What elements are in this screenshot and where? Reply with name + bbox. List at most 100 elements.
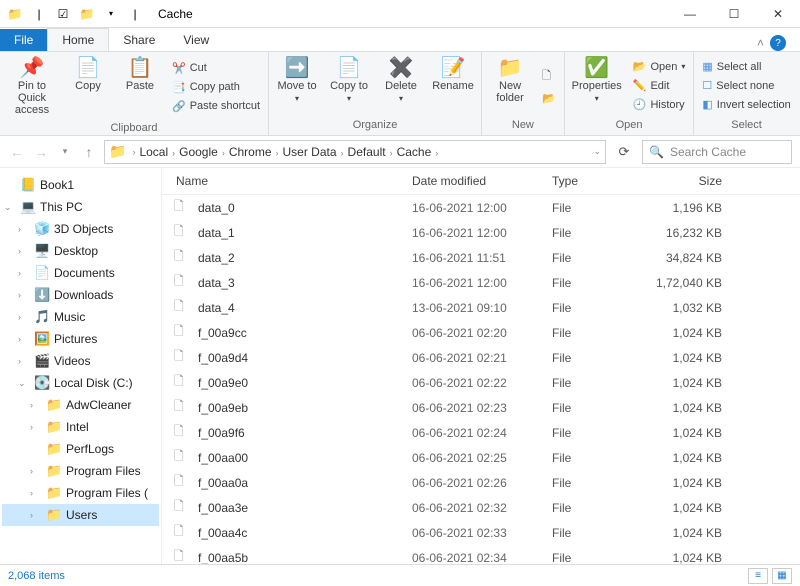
open-button[interactable]: 📂Open ▾ xyxy=(629,58,690,75)
col-name[interactable]: Name xyxy=(162,174,412,188)
breadcrumb-segment[interactable]: Chrome xyxy=(227,145,274,159)
tree-item[interactable]: ›📁Users xyxy=(2,504,159,526)
navigation-tree[interactable]: 📒Book1⌄💻This PC›🧊3D Objects›🖥️Desktop›📄D… xyxy=(0,168,162,564)
select-all-button[interactable]: ▦Select all xyxy=(698,58,794,75)
edit-button[interactable]: ✏️Edit xyxy=(629,77,690,94)
file-row[interactable]: 🗋f_00a9eb06-06-2021 02:23File1,024 KB xyxy=(162,395,800,420)
file-row[interactable]: 🗋f_00aa0006-06-2021 02:25File1,024 KB xyxy=(162,445,800,470)
col-date[interactable]: Date modified xyxy=(412,174,552,188)
close-button[interactable]: ✕ xyxy=(756,0,800,28)
new-folder-button[interactable]: 📁 New folder xyxy=(486,54,534,117)
tree-item[interactable]: ⌄💽Local Disk (C:) xyxy=(2,372,159,394)
breadcrumb[interactable]: 📁 › Local›Google›Chrome›User Data›Defaul… xyxy=(104,140,606,164)
tree-item[interactable]: ›📁Intel xyxy=(2,416,159,438)
tree-item[interactable]: ›🎬Videos xyxy=(2,350,159,372)
copy-to-button[interactable]: 📄 Copy to▾ xyxy=(325,54,373,117)
tree-item[interactable]: 📁PerfLogs xyxy=(2,438,159,460)
file-row[interactable]: 🗋f_00aa5b06-06-2021 02:34File1,024 KB xyxy=(162,545,800,564)
paste-shortcut-button[interactable]: 🔗Paste shortcut xyxy=(168,98,264,115)
tab-view[interactable]: View xyxy=(169,29,223,51)
help-icon[interactable]: ? xyxy=(770,35,786,51)
folder-icon[interactable]: 📁 xyxy=(76,3,98,25)
ribbon-collapse-icon[interactable]: ˄ xyxy=(757,36,764,50)
tree-item[interactable]: ›📁Program Files ( xyxy=(2,482,159,504)
breadcrumb-segment[interactable]: User Data xyxy=(281,145,339,159)
forward-button[interactable]: → xyxy=(32,144,50,160)
new-item-button[interactable]: 🗋 xyxy=(538,65,560,88)
properties-button[interactable]: ✅ Properties▾ xyxy=(569,54,625,117)
history-button[interactable]: 🕘History xyxy=(629,96,690,113)
tree-expand-icon[interactable]: › xyxy=(18,224,30,234)
file-row[interactable]: 🗋f_00a9f606-06-2021 02:24File1,024 KB xyxy=(162,420,800,445)
tree-item[interactable]: 📒Book1 xyxy=(2,174,159,196)
col-type[interactable]: Type xyxy=(552,174,652,188)
refresh-button[interactable]: ⟳ xyxy=(612,144,636,160)
chevron-right-icon[interactable]: › xyxy=(130,147,137,157)
tree-expand-icon[interactable]: › xyxy=(30,422,42,432)
properties-icon[interactable]: ☑ xyxy=(52,3,74,25)
breadcrumb-segment[interactable]: Google xyxy=(177,145,220,159)
recent-locations-button[interactable]: ▾ xyxy=(56,146,74,157)
tree-item[interactable]: ›🖥️Desktop xyxy=(2,240,159,262)
file-row[interactable]: 🗋f_00a9d406-06-2021 02:21File1,024 KB xyxy=(162,345,800,370)
paste-button[interactable]: 📋 Paste xyxy=(116,54,164,120)
chevron-right-icon[interactable]: › xyxy=(388,148,395,158)
tree-item[interactable]: ›🖼️Pictures xyxy=(2,328,159,350)
minimize-button[interactable]: — xyxy=(668,0,712,28)
file-row[interactable]: 🗋f_00aa4c06-06-2021 02:33File1,024 KB xyxy=(162,520,800,545)
back-button[interactable]: ← xyxy=(8,144,26,160)
tree-expand-icon[interactable]: › xyxy=(30,400,42,410)
tree-expand-icon[interactable]: › xyxy=(18,290,30,300)
tree-item[interactable]: ›🎵Music xyxy=(2,306,159,328)
tree-expand-icon[interactable]: › xyxy=(18,312,30,322)
breadcrumb-segment[interactable]: Local xyxy=(137,145,170,159)
tab-share[interactable]: Share xyxy=(109,29,169,51)
tree-expand-icon[interactable]: › xyxy=(18,268,30,278)
chevron-right-icon[interactable]: › xyxy=(274,148,281,158)
delete-button[interactable]: ✖️ Delete▾ xyxy=(377,54,425,117)
file-row[interactable]: 🗋f_00aa0a06-06-2021 02:26File1,024 KB xyxy=(162,470,800,495)
pin-to-quick-access-button[interactable]: 📌 Pin to Quick access xyxy=(4,54,60,120)
file-row[interactable]: 🗋data_116-06-2021 12:00File16,232 KB xyxy=(162,220,800,245)
breadcrumb-segment[interactable]: Cache xyxy=(395,145,434,159)
tree-item[interactable]: ›🧊3D Objects xyxy=(2,218,159,240)
icons-view-button[interactable]: ▦ xyxy=(772,568,792,584)
tree-expand-icon[interactable]: › xyxy=(18,246,30,256)
file-row[interactable]: 🗋data_016-06-2021 12:00File1,196 KB xyxy=(162,195,800,220)
tab-file[interactable]: File xyxy=(0,29,47,51)
copy-path-button[interactable]: 📑Copy path xyxy=(168,79,264,96)
tree-expand-icon[interactable]: › xyxy=(30,488,42,498)
tree-item[interactable]: ›⬇️Downloads xyxy=(2,284,159,306)
tree-expand-icon[interactable]: ⌄ xyxy=(18,378,30,389)
tree-item[interactable]: ›📄Documents xyxy=(2,262,159,284)
file-row[interactable]: 🗋f_00aa3e06-06-2021 02:32File1,024 KB xyxy=(162,495,800,520)
chevron-right-icon[interactable]: › xyxy=(339,148,346,158)
qat-dropdown-icon[interactable]: ▾ xyxy=(100,3,122,25)
breadcrumb-segment[interactable]: Default xyxy=(346,145,388,159)
rename-button[interactable]: 📝 Rename xyxy=(429,54,477,117)
details-view-button[interactable]: ≡ xyxy=(748,568,768,584)
chevron-right-icon[interactable]: › xyxy=(433,148,440,158)
tree-expand-icon[interactable]: › xyxy=(18,356,30,366)
invert-selection-button[interactable]: ◧Invert selection xyxy=(698,96,794,113)
maximize-button[interactable]: ☐ xyxy=(712,0,756,28)
chevron-down-icon[interactable]: ⌄ xyxy=(593,146,601,157)
tree-expand-icon[interactable]: › xyxy=(30,466,42,476)
file-row[interactable]: 🗋data_216-06-2021 11:51File34,824 KB xyxy=(162,245,800,270)
file-row[interactable]: 🗋data_316-06-2021 12:00File1,72,040 KB xyxy=(162,270,800,295)
tab-home[interactable]: Home xyxy=(47,28,109,51)
select-none-button[interactable]: ☐Select none xyxy=(698,77,794,94)
tree-item[interactable]: ›📁Program Files xyxy=(2,460,159,482)
tree-expand-icon[interactable]: ⌄ xyxy=(4,202,16,213)
tree-item[interactable]: ⌄💻This PC xyxy=(2,196,159,218)
search-input[interactable]: 🔍 Search Cache xyxy=(642,140,792,164)
col-size[interactable]: Size xyxy=(652,174,752,188)
copy-button[interactable]: 📄 Copy xyxy=(64,54,112,120)
tree-item[interactable]: ›📁AdwCleaner xyxy=(2,394,159,416)
tree-expand-icon[interactable]: › xyxy=(18,334,30,344)
file-row[interactable]: 🗋f_00a9e006-06-2021 02:22File1,024 KB xyxy=(162,370,800,395)
cut-button[interactable]: ✂️Cut xyxy=(168,60,264,77)
chevron-right-icon[interactable]: › xyxy=(220,148,227,158)
file-row[interactable]: 🗋data_413-06-2021 09:10File1,032 KB xyxy=(162,295,800,320)
up-button[interactable]: ↑ xyxy=(80,144,98,160)
